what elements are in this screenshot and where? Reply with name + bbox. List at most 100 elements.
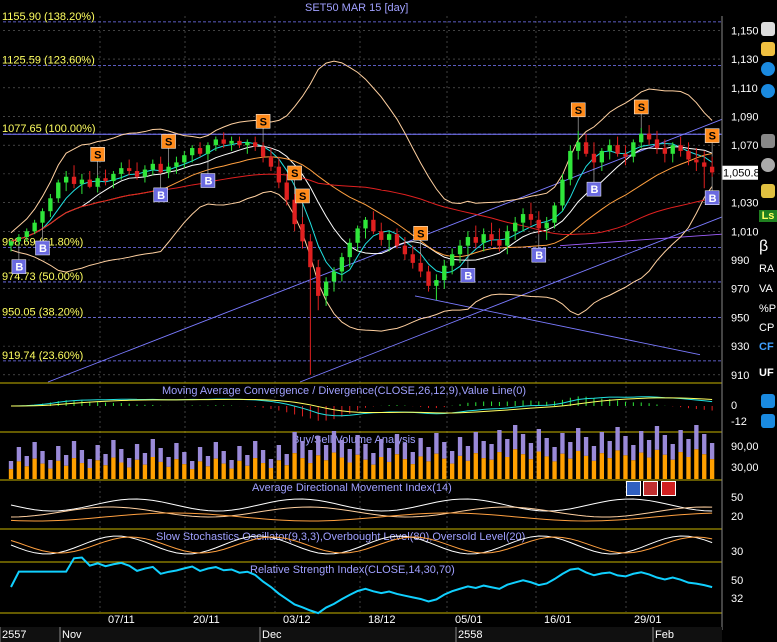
signal-label: S [638, 102, 645, 114]
volume-sell-bar [134, 459, 140, 479]
signal-label: B [157, 190, 165, 202]
volume-sell-bar [639, 452, 644, 479]
toolbar-cf[interactable]: CF [759, 341, 777, 353]
toolbar-uf[interactable]: UF [759, 367, 777, 379]
period-label: 2558 [458, 629, 482, 641]
price-axis-label: 930 [731, 341, 749, 353]
volume-buy-bar [654, 426, 660, 450]
volume-sell-bar [394, 454, 400, 479]
volume-buy-bar [32, 442, 37, 459]
volume-buy-bar [166, 457, 171, 467]
toolbar-beta[interactable]: β [759, 238, 777, 256]
volume-sell-bar [229, 468, 234, 479]
candle-body [410, 254, 415, 263]
volume-sell-bar [24, 466, 29, 479]
volume-buy-bar [182, 452, 187, 465]
volume-sell-bar [544, 456, 549, 479]
candle-body [331, 271, 337, 282]
volume-buy-bar [371, 453, 376, 465]
move-panel-up-icon[interactable] [626, 481, 641, 496]
volume-sell-bar [63, 465, 69, 479]
volume-buy-bar [639, 431, 644, 453]
volume-buy-bar [245, 455, 250, 466]
period-label: Nov [62, 629, 82, 641]
volume-sell-bar [79, 463, 85, 479]
date-axis-label: 29/01 [634, 614, 662, 626]
candle-body [300, 224, 305, 242]
pencil-icon[interactable] [761, 184, 775, 198]
move-panel-down-icon[interactable] [643, 481, 658, 496]
volume-sell-bar [323, 460, 329, 479]
candle-body [95, 178, 100, 187]
toolbar-pct-p[interactable]: %P [759, 303, 777, 315]
volume-sell-bar [520, 454, 526, 479]
indicator-axis-label: 32 [731, 593, 743, 605]
price-axis-label: 910 [731, 370, 749, 382]
magnifier-icon[interactable] [761, 158, 775, 172]
volume-buy-bar [260, 450, 266, 464]
candle-body [599, 150, 604, 163]
volume-buy-bar [8, 461, 14, 470]
candle-body [528, 214, 534, 220]
toolbar-cp[interactable]: CP [759, 322, 777, 334]
volume-sell-bar [426, 461, 431, 479]
candle-body [339, 257, 345, 272]
volume-buy-bar [457, 437, 463, 456]
candle-body [103, 178, 108, 182]
volume-buy-bar [323, 445, 329, 461]
volume-buy-bar [702, 434, 707, 455]
candle-body [347, 242, 352, 258]
volume-buy-bar [276, 445, 282, 461]
volume-sell-bar [528, 459, 534, 479]
volume-sell-bar [386, 461, 392, 479]
volume-sell-bar [536, 451, 541, 479]
panel-title: Moving Average Convergence / Divergence(… [162, 385, 526, 397]
volume-sell-bar [662, 454, 668, 479]
plus-icon[interactable] [761, 62, 775, 76]
volume-sell-bar [16, 461, 22, 479]
volume-sell-bar [434, 453, 439, 479]
toolbar-ra[interactable]: RA [759, 263, 777, 275]
candle-body [276, 166, 282, 183]
candle-body [213, 139, 218, 146]
volume-buy-bar [40, 451, 45, 464]
price-axis-label: 1,150 [731, 25, 759, 37]
scroll-up-icon[interactable] [761, 394, 775, 408]
ls-button[interactable]: Ls [759, 210, 777, 222]
candle-body [182, 155, 187, 163]
volume-buy-bar [418, 438, 423, 457]
volume-buy-bar [300, 441, 305, 459]
candle-body [127, 168, 132, 172]
volume-buy-bar [229, 460, 234, 469]
volume-buy-bar [410, 452, 415, 465]
scroll-down-icon[interactable] [761, 414, 775, 428]
candle-body [197, 148, 203, 154]
toolbar-va[interactable]: VA [759, 283, 777, 295]
volume-buy-bar [386, 448, 392, 462]
cursor-icon[interactable] [761, 134, 775, 148]
volume-sell-bar [8, 469, 14, 479]
zoom-in-icon[interactable] [761, 22, 775, 36]
volume-buy-bar [316, 436, 321, 456]
folder-icon[interactable] [761, 42, 775, 56]
volume-buy-bar [158, 448, 163, 462]
panel-title: Average Directional Movement Index(14) [252, 482, 452, 494]
volume-buy-bar [489, 444, 494, 460]
volume-sell-bar [182, 464, 187, 479]
volume-buy-bar [686, 439, 691, 457]
volume-sell-bar [300, 458, 305, 479]
volume-buy-bar [662, 435, 668, 455]
volume-sell-bar [237, 460, 242, 479]
volume-sell-bar [442, 458, 447, 479]
price-axis-label: 1,010 [731, 226, 759, 238]
volume-buy-bar [221, 451, 226, 464]
price-axis-label: 1,030 [731, 198, 759, 210]
volume-buy-bar [449, 451, 455, 464]
volume-sell-bar [631, 460, 636, 479]
volume-buy-bar [339, 440, 345, 458]
minus-icon[interactable] [761, 84, 775, 98]
candle-body [694, 159, 699, 163]
candle-body [8, 241, 14, 246]
close-panel-icon[interactable] [661, 481, 676, 496]
last-price-label: 1,050.8 [723, 168, 760, 180]
